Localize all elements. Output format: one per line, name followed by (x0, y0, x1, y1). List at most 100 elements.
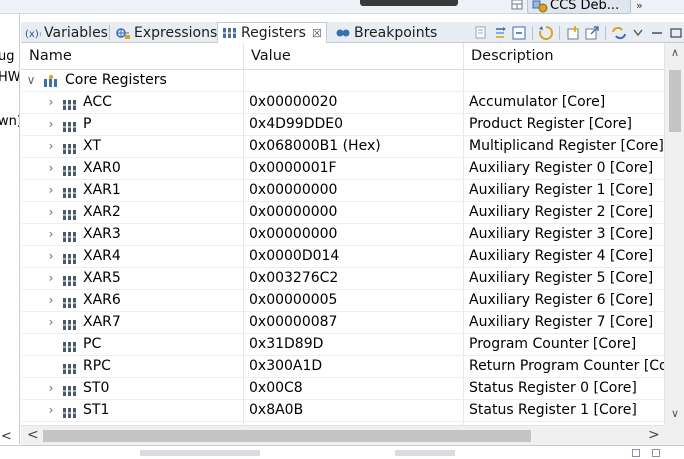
register-value[interactable]: 0x31D89D (249, 334, 464, 355)
register-value[interactable]: 0x068000B1 (Hex) (249, 136, 464, 157)
remove-all-icon[interactable] (473, 25, 489, 41)
group-row-core-registers[interactable]: ∨ Core Registers (21, 70, 664, 92)
view-toolbar (473, 22, 684, 43)
table-row[interactable]: › XAR1 0x00000000 Auxiliary Register 1 [Cor… (21, 180, 664, 202)
toolbar-divider (532, 25, 533, 40)
export-icon[interactable] (584, 25, 600, 41)
register-value[interactable]: 0x0000D014 (249, 246, 464, 267)
tab-breakpoints[interactable]: Breakpoints (331, 22, 441, 43)
refresh-icon[interactable] (538, 25, 554, 41)
left-scroll-button[interactable]: < (1, 429, 12, 444)
tab-registers[interactable]: Registers ☒ (217, 22, 327, 44)
table-row[interactable]: › XAR2 0x00000000 Auxiliary Register 2 [Cor… (21, 202, 664, 224)
bottom-tab-fragment (395, 450, 455, 456)
vertical-scroll-thumb[interactable] (669, 70, 681, 132)
scroll-down-button[interactable]: ∨ (665, 407, 684, 420)
collapse-chevron-icon[interactable]: ∨ (25, 70, 37, 91)
maximize-icon[interactable] (668, 25, 684, 41)
table-row[interactable]: › XAR3 0x00000000 Auxiliary Register 3 [Cor… (21, 224, 664, 246)
collapse-all-icon[interactable] (511, 25, 527, 41)
register-name: XAR6 (83, 292, 121, 308)
register-description: Multiplicand Register [Core] (469, 138, 664, 154)
register-description: Auxiliary Register 3 [Core] (469, 226, 654, 242)
tab-expressions[interactable]: Expressions (111, 22, 221, 43)
register-value[interactable]: 0x300A1D (249, 356, 464, 377)
maximize-icon[interactable] (652, 449, 660, 457)
register-value[interactable]: 0x8A0B (249, 400, 464, 421)
tab-label: Breakpoints (354, 24, 438, 41)
expand-chevron-icon[interactable]: › (45, 180, 57, 201)
tab-variables[interactable]: (x)= Variables (21, 22, 112, 43)
toolbar-divider (605, 25, 606, 40)
vertical-scrollbar[interactable]: ∧ ∨ (664, 43, 684, 425)
table-row[interactable]: › XAR6 0x00000005 Auxiliary Register 6 [Cor… (21, 290, 664, 312)
close-tab-icon[interactable]: ☒ (312, 27, 322, 40)
register-value[interactable]: 0x00000000 (249, 180, 464, 201)
register-name: XAR2 (83, 204, 121, 220)
sync-icon[interactable] (611, 25, 627, 41)
table-row[interactable]: › XAR5 0x003276C2 Auxiliary Register 5 [Cor… (21, 268, 664, 290)
new-group-icon[interactable] (565, 25, 581, 41)
register-value[interactable]: 0x4D99DDE0 (249, 114, 464, 135)
register-name-cell: › XAR6 (21, 290, 243, 311)
view-menu-icon[interactable] (630, 25, 646, 41)
bottom-tab-fragment (140, 450, 260, 456)
register-name: XAR3 (83, 226, 121, 242)
expand-chevron-icon[interactable]: › (45, 290, 57, 311)
expressions-icon (115, 26, 131, 40)
table-row[interactable]: › XAR0 0x0000001F Auxiliary Register 0 [Cor… (21, 158, 664, 180)
register-name-cell: › ST0 (21, 378, 243, 399)
table-row[interactable]: › ST0 0x00C8 Status Register 0 [Core] (21, 378, 664, 400)
perspective-ccs-debug[interactable]: CCS Deb... (527, 0, 631, 14)
register-value[interactable]: 0x0000001F (249, 158, 464, 179)
horizontal-scroll-thumb[interactable] (43, 430, 531, 442)
register-name: RPC (83, 358, 111, 374)
breakpoints-icon (335, 26, 351, 40)
register-description: Program Counter [Core] (469, 336, 637, 352)
expand-chevron-icon[interactable]: › (45, 268, 57, 289)
column-header-value[interactable]: Value (243, 43, 291, 70)
table-row[interactable]: › ACC 0x00000020 Accumulator [Core] (21, 92, 664, 114)
register-value[interactable]: 0x00000000 (249, 202, 464, 223)
table-row[interactable]: › XAR7 0x00000087 Auxiliary Register 7 [Cor… (21, 312, 664, 334)
table-row[interactable]: › ST1 0x8A0B Status Register 1 [Core] (21, 400, 664, 422)
expand-chevron-icon[interactable]: › (45, 158, 57, 179)
open-perspective-icon[interactable] (510, 0, 524, 12)
register-value[interactable]: 0x00000020 (249, 92, 464, 113)
expand-chevron-icon[interactable]: › (45, 202, 57, 223)
register-name-cell: › P (21, 114, 243, 135)
perspective-bar: CCS Deb... » (0, 0, 684, 14)
register-description: Auxiliary Register 7 [Core] (469, 314, 654, 330)
minimize-icon[interactable] (649, 25, 665, 41)
table-row[interactable]: › XT 0x068000B1 (Hex) Multiplicand Register… (21, 136, 664, 158)
expand-chevron-icon[interactable]: › (45, 92, 57, 113)
scroll-up-button[interactable]: ∧ (665, 46, 684, 59)
register-value[interactable]: 0x00000005 (249, 290, 464, 311)
column-header-name[interactable]: Name (21, 43, 72, 70)
table-row[interactable]: RPC 0x300A1D Return Program Counter [Co (21, 356, 665, 378)
expand-chevron-icon[interactable]: › (45, 312, 57, 333)
scroll-right-button[interactable]: > (648, 427, 660, 443)
svg-text:(x)=: (x)= (25, 29, 41, 39)
expand-chevron-icon[interactable]: › (45, 400, 57, 421)
more-perspectives-button[interactable]: » (636, 0, 643, 12)
horizontal-scrollbar[interactable]: < > (21, 425, 664, 445)
register-value[interactable]: 0x003276C2 (249, 268, 464, 289)
expand-chevron-icon[interactable]: › (45, 136, 57, 157)
left-fragment-text: ug (0, 49, 15, 64)
register-value[interactable]: 0x00000087 (249, 312, 464, 333)
scroll-left-button[interactable]: < (27, 427, 39, 443)
expand-chevron-icon[interactable]: › (45, 114, 57, 135)
register-value[interactable]: 0x00000000 (249, 224, 464, 245)
table-row[interactable]: › XAR4 0x0000D014 Auxiliary Register 4 [Cor… (21, 246, 664, 268)
expand-chevron-icon[interactable]: › (45, 378, 57, 399)
expand-chevron-icon[interactable]: › (45, 224, 57, 245)
expand-chevron-icon[interactable]: › (45, 246, 57, 267)
table-row[interactable]: PC 0x31D89D Program Counter [Core] (21, 334, 664, 356)
register-value[interactable]: 0x00C8 (249, 378, 464, 399)
table-row[interactable]: › P 0x4D99DDE0 Product Register [Core] (21, 114, 664, 136)
table-body: ∨ Core Registers › ACC 0x00000020 Accumulat… (21, 70, 665, 422)
column-header-description[interactable]: Description (463, 43, 554, 70)
minimize-icon[interactable] (632, 449, 640, 457)
expand-all-icon[interactable] (492, 25, 508, 41)
